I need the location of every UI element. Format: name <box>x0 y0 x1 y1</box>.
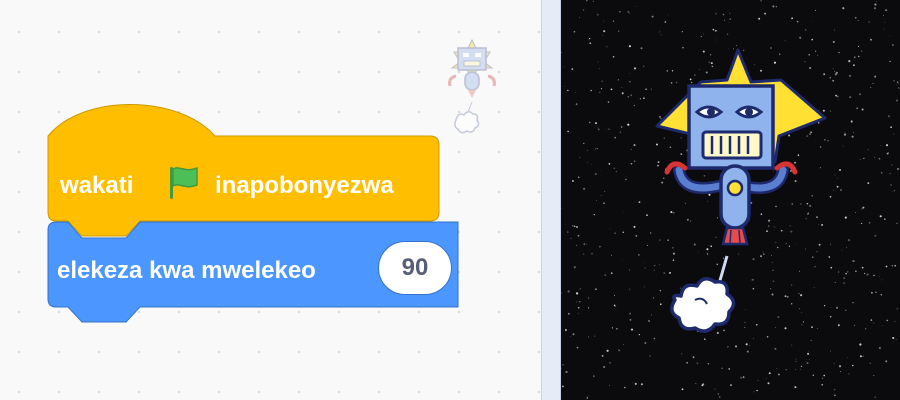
hat-block-label-start: wakati <box>60 172 134 199</box>
hat-block-label-end: inapobonyezwa <box>215 172 394 199</box>
smoke-puff-icon <box>670 277 736 333</box>
motion-block-label: elekeza kwa mwelekeo <box>57 257 316 284</box>
pane-divider[interactable] <box>541 0 561 400</box>
code-area[interactable]: wakati inapobonyezwa elekeza kwa mweleke… <box>0 0 541 400</box>
direction-input[interactable]: 90 <box>378 241 452 295</box>
green-flag-icon <box>170 166 198 199</box>
stage[interactable] <box>561 0 900 400</box>
when-flag-clicked-block[interactable] <box>47 104 440 237</box>
